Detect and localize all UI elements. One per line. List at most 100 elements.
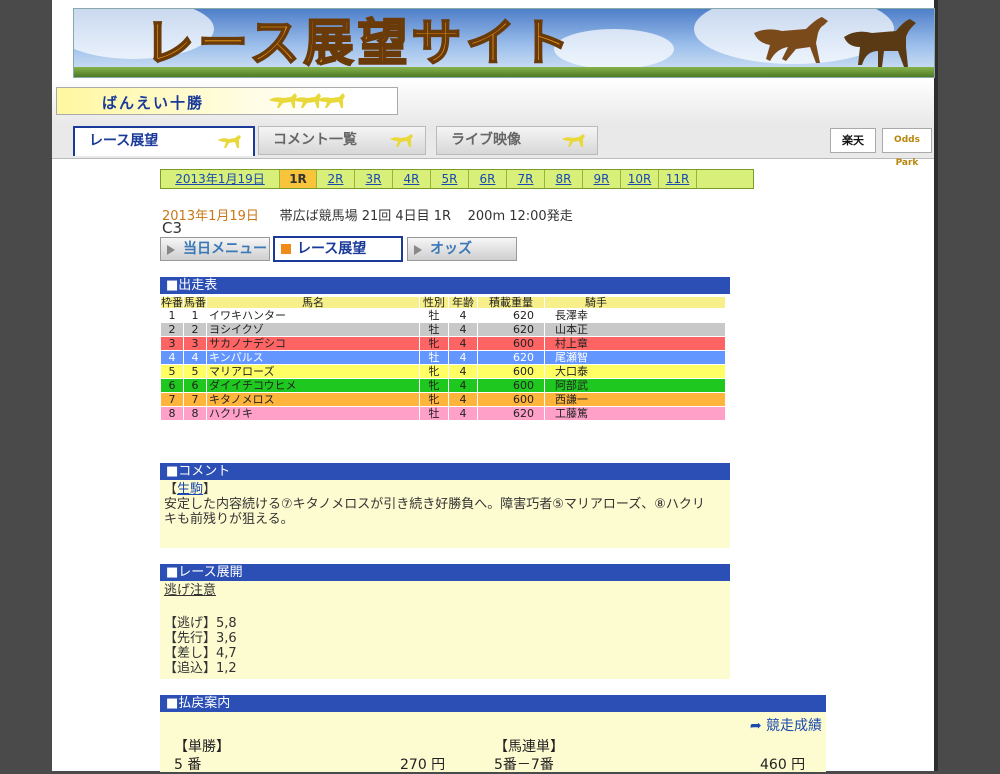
table-row: 7 7 キタノメロス牝 4 600 西謙一 bbox=[160, 392, 726, 407]
race-tab-11r[interactable]: 11R bbox=[659, 170, 697, 188]
race-tab-2r[interactable]: 2R bbox=[317, 170, 355, 188]
cell-waku: 3 bbox=[160, 336, 184, 351]
race-tab-8r[interactable]: 8R bbox=[545, 170, 583, 188]
development-note: 逃げ注意 bbox=[164, 583, 217, 598]
cell-weight: 600 bbox=[477, 392, 545, 407]
comment-author-line: 【生駒】 bbox=[164, 482, 726, 497]
race-tab-9r[interactable]: 9R bbox=[583, 170, 621, 188]
cell-age: 4 bbox=[448, 350, 478, 365]
development-line: 【差し】4,7 bbox=[164, 646, 237, 661]
cell-age: 4 bbox=[448, 406, 478, 421]
play-icon bbox=[167, 245, 175, 255]
results-link[interactable]: ➦ 競走成績 bbox=[750, 715, 822, 735]
track-name-banner[interactable]: ばんえい十勝 bbox=[56, 87, 398, 115]
button-label: オッズ bbox=[430, 241, 472, 257]
comment-text: 安定した内容続ける⑦キタノメロスが引き続き好勝負へ。障害巧者⑤マリアローズ、⑧ハ… bbox=[164, 497, 705, 527]
site-banner[interactable]: レース展望サイト bbox=[73, 8, 935, 78]
cell-name: イワキハンター bbox=[206, 308, 420, 323]
cell-jockey: 大口泰 bbox=[544, 364, 726, 379]
bracket-open: 【 bbox=[164, 482, 178, 497]
payout-header: ■払戻案内 bbox=[160, 695, 826, 712]
col-jockey: 騎手 bbox=[544, 296, 726, 309]
race-date-link[interactable]: 2013年1月19日 bbox=[161, 170, 280, 188]
table-row: 3 3 サカノナデシコ牝 4 600 村上章 bbox=[160, 336, 726, 351]
cell-uma: 8 bbox=[183, 406, 207, 421]
cell-jockey: 尾瀬智 bbox=[544, 350, 726, 365]
rakuten-logo[interactable]: 楽天 bbox=[830, 128, 876, 153]
cell-sex: 牝 bbox=[419, 364, 449, 379]
tab-comment-list[interactable]: コメント一覧 bbox=[258, 126, 426, 155]
race-tab-5r[interactable]: 5R bbox=[431, 170, 469, 188]
development-line: 【逃げ】5,8 bbox=[164, 616, 237, 631]
cell-uma: 7 bbox=[183, 392, 207, 407]
logo-text: 楽天 bbox=[842, 134, 864, 147]
cell-waku: 4 bbox=[160, 350, 184, 365]
cell-uma: 2 bbox=[183, 322, 207, 337]
comment-author-link[interactable]: 生駒 bbox=[177, 482, 203, 497]
cell-sex: 牡 bbox=[419, 406, 449, 421]
cell-sex: 牝 bbox=[419, 336, 449, 351]
square-icon bbox=[281, 244, 291, 254]
arrow-icon: ➦ bbox=[749, 718, 762, 734]
cell-weight: 620 bbox=[477, 322, 545, 337]
tab-live-video[interactable]: ライブ映像 bbox=[436, 126, 598, 155]
race-tab-bar: 2013年1月19日 1R 2R 3R 4R 5R 6R 7R 8R 9R 10… bbox=[160, 169, 754, 189]
race-tab-4r[interactable]: 4R bbox=[393, 170, 431, 188]
cell-sex: 牝 bbox=[419, 378, 449, 393]
col-name: 馬名 bbox=[206, 296, 420, 309]
race-tab-10r[interactable]: 10R bbox=[621, 170, 659, 188]
table-row: 8 8 ハクリキ牡 4 620 工藤篤 bbox=[160, 406, 726, 421]
table-row: 4 4 キンパルス牡 4 620 尾瀬智 bbox=[160, 350, 726, 365]
cell-jockey: 長澤幸 bbox=[544, 308, 726, 323]
cell-name: ハクリキ bbox=[206, 406, 420, 421]
cell-weight: 620 bbox=[477, 350, 545, 365]
cell-age: 4 bbox=[448, 364, 478, 379]
development-box: 逃げ注意 【逃げ】5,8 【先行】3,6 【差し】4,7 【追込】1,2 bbox=[160, 581, 730, 679]
payout-combo: 5 番 bbox=[174, 757, 202, 773]
entries-header: ■出走表 bbox=[160, 277, 730, 294]
table-row: 5 5 マリアローズ牝 4 600 大口泰 bbox=[160, 364, 726, 379]
race-tab-7r[interactable]: 7R bbox=[507, 170, 545, 188]
site-title: レース展望サイト bbox=[143, 13, 574, 73]
race-tab-3r[interactable]: 3R bbox=[355, 170, 393, 188]
cell-name: キタノメロス bbox=[206, 392, 420, 407]
race-tab-1r[interactable]: 1R bbox=[280, 170, 317, 188]
logo-text: Odds Park bbox=[894, 135, 920, 168]
col-uma: 馬番 bbox=[183, 296, 207, 309]
cell-waku: 6 bbox=[160, 378, 184, 393]
horse-icon bbox=[754, 17, 828, 63]
cell-jockey: 阿部武 bbox=[544, 378, 726, 393]
today-menu-button[interactable]: 当日メニュー bbox=[160, 237, 270, 261]
col-sex: 性別 bbox=[419, 296, 449, 309]
cell-uma: 5 bbox=[183, 364, 207, 379]
oddspark-logo[interactable]: Odds Park bbox=[882, 128, 932, 168]
cell-uma: 1 bbox=[183, 308, 207, 323]
bracket-close: 】 bbox=[203, 482, 217, 497]
cell-sex: 牡 bbox=[419, 322, 449, 337]
cell-sex: 牡 bbox=[419, 308, 449, 323]
payout-type: 【単勝】 bbox=[174, 739, 230, 755]
cell-jockey: 西謙一 bbox=[544, 392, 726, 407]
cell-sex: 牡 bbox=[419, 350, 449, 365]
page-shadow bbox=[934, 0, 938, 771]
comment-box: 【生駒】 安定した内容続ける⑦キタノメロスが引き続き好勝負へ。障害巧者⑤マリアロ… bbox=[160, 480, 730, 548]
horse-icon bbox=[562, 134, 585, 147]
cell-waku: 1 bbox=[160, 308, 184, 323]
table-row: 2 2 ヨシイクゾ牡 4 620 山本正 bbox=[160, 322, 726, 337]
comment-header: ■コメント bbox=[160, 463, 730, 480]
cell-waku: 2 bbox=[160, 322, 184, 337]
development-header: ■レース展開 bbox=[160, 564, 730, 581]
payout-box: ➦ 競走成績 【単勝】 5 番 270 円 【馬連単】 5番－7番 460 円 bbox=[160, 712, 826, 773]
cell-age: 4 bbox=[448, 392, 478, 407]
horse-icon bbox=[390, 134, 413, 147]
table-row: 6 6 ダイイチコウヒメ牝 4 600 阿部武 bbox=[160, 378, 726, 393]
development-line: 【追込】1,2 bbox=[164, 661, 237, 676]
payout-type: 【馬連単】 bbox=[494, 739, 564, 755]
cell-weight: 600 bbox=[477, 378, 545, 393]
race-tab-6r[interactable]: 6R bbox=[469, 170, 507, 188]
odds-button[interactable]: オッズ bbox=[407, 237, 517, 261]
race-venue: 帯広ば競馬場 21回 4日目 1R bbox=[279, 209, 452, 224]
table-header-row: 枠番 馬番 馬名 性別 年齢 積載重量 騎手 bbox=[160, 296, 726, 309]
race-preview-button[interactable]: レース展望 bbox=[273, 236, 403, 262]
tab-race-preview[interactable]: レース展望 bbox=[73, 126, 255, 156]
